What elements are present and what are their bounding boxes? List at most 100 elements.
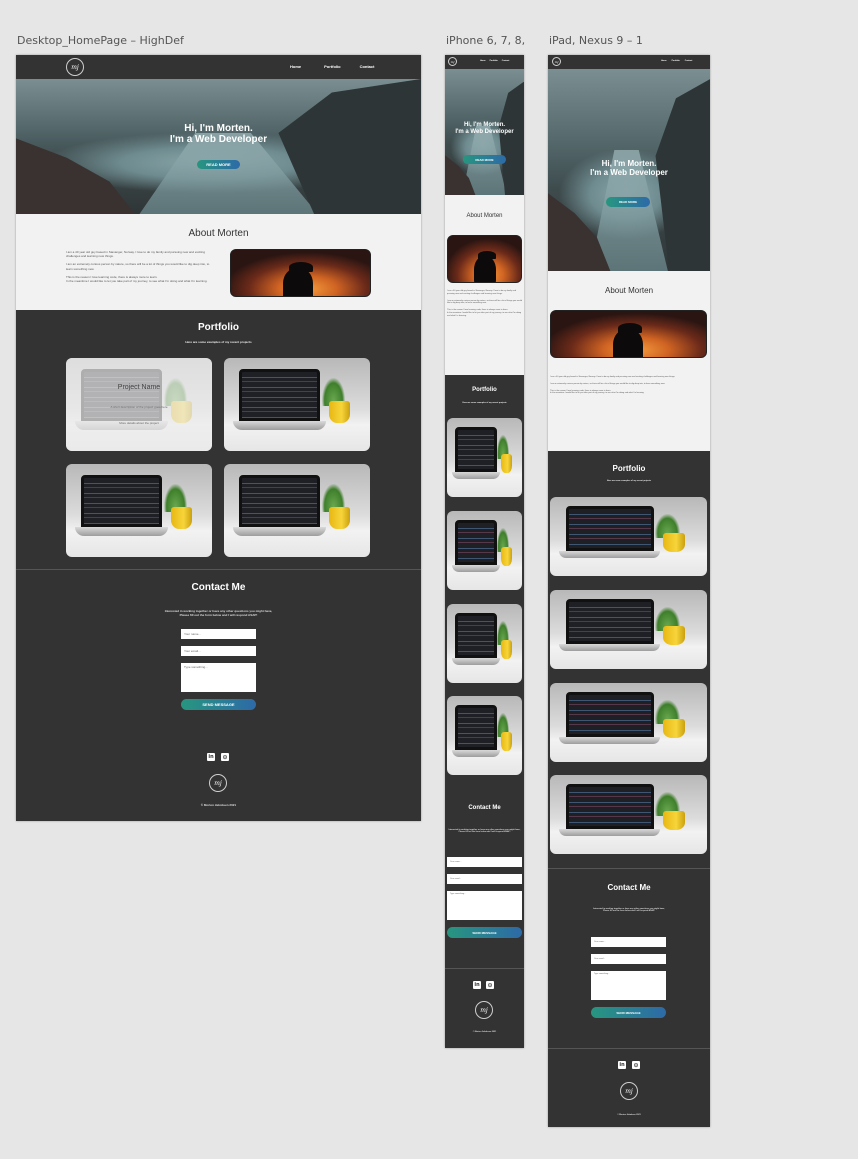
about-paragraph: I am an extremely curious person by natu…	[66, 262, 210, 271]
about-paragraph: I am a 40 year old guy based in Stavange…	[66, 250, 206, 259]
message-textarea[interactable]: Type something...	[181, 663, 256, 692]
portfolio-section: Portfolio Here are some examples of my r…	[445, 375, 524, 827]
project-card[interactable]	[550, 590, 707, 669]
contact-title: Contact Me	[607, 883, 651, 892]
portfolio-section: Portfolio Here are some examples of my r…	[16, 310, 421, 569]
nav-links: Home Portfolio Contact	[480, 60, 509, 62]
hero-line-2: I'm a Web Developer	[169, 134, 268, 146]
project-card[interactable]	[550, 497, 707, 576]
about-text: I am a 40 year old guy based in Stavange…	[66, 250, 211, 283]
contact-section: Contact Me Interested in working togethe…	[16, 569, 421, 821]
project-card[interactable]	[447, 604, 522, 683]
hero-image: Hi, I'm Morten. I'm a Web Developer READ…	[548, 69, 710, 271]
project-card[interactable]	[224, 358, 370, 451]
nav-home[interactable]: Home	[480, 60, 486, 62]
github-icon[interactable]: ⊙	[486, 981, 494, 989]
read-more-button[interactable]: READ MORE	[606, 197, 650, 207]
read-more-button[interactable]: READ MORE	[463, 155, 506, 164]
ipad-artboard: mj Home Portfolio Contact Hi, I'm Morten…	[548, 55, 710, 1127]
github-icon[interactable]: ⊙	[221, 753, 229, 761]
name-input[interactable]: Your name...	[591, 937, 666, 947]
nav-portfolio[interactable]: Portfolio	[490, 60, 498, 62]
portfolio-title: Portfolio	[197, 322, 240, 333]
project-card[interactable]	[224, 464, 370, 557]
artboard-label-desktop[interactable]: Desktop_HomePage – HighDef	[17, 34, 184, 47]
logo[interactable]: mj	[66, 58, 84, 76]
portfolio-subtitle: Here are some examples of my recent proj…	[185, 340, 252, 344]
project-card[interactable]	[66, 464, 212, 557]
about-photo	[550, 310, 707, 358]
contact-section: Contact Me Interested in working togethe…	[548, 868, 710, 1127]
contact-title: Contact Me	[191, 582, 246, 593]
artboard-label-iphone[interactable]: iPhone 6, 7, 8, ...	[446, 34, 526, 47]
linkedin-icon[interactable]: in	[473, 981, 481, 989]
about-title: About Morten	[188, 228, 249, 239]
nav-contact[interactable]: Contact	[360, 64, 375, 69]
about-paragraph: I am an extremely curious person by natu…	[550, 382, 665, 385]
nav-home[interactable]: Home	[661, 60, 667, 62]
message-textarea[interactable]: Type something...	[447, 891, 522, 920]
hero-heading: Hi, I'm Morten. I'm a Web Developer	[16, 123, 421, 145]
send-message-button[interactable]: SEND MESSAGE	[181, 699, 256, 710]
artboard-label-ipad[interactable]: iPad, Nexus 9 – 1	[549, 34, 643, 47]
navbar: mj Home Portfolio Contact	[445, 55, 524, 69]
copyright: © Morten Jakobsen 2021	[617, 1114, 641, 1116]
contact-line-2: Please fill out the form below and I wil…	[458, 831, 511, 833]
linkedin-icon[interactable]: in	[207, 753, 215, 761]
nav-portfolio[interactable]: Portfolio	[672, 60, 680, 62]
contact-line-2: Please fill out the form below and I wil…	[603, 910, 655, 912]
desktop-artboard: mj Home Portfolio Contact Hi, I'm Morten…	[16, 55, 421, 821]
email-input[interactable]: Your email...	[591, 954, 666, 964]
about-text: I am a 40 year old guy based in Stavange…	[447, 290, 522, 318]
footer-logo[interactable]: mj	[209, 774, 227, 792]
project-name: Project Name	[117, 384, 161, 391]
project-card[interactable]	[447, 696, 522, 775]
social-icons: in ⊙	[618, 1061, 640, 1069]
portfolio-subtitle: Here are some examples of my recent proj…	[606, 480, 652, 482]
portfolio-title: Portfolio	[472, 387, 497, 393]
nav-contact[interactable]: Contact	[502, 60, 509, 62]
project-card[interactable]: Project Name A short description of the …	[66, 358, 212, 451]
email-input[interactable]: Your email...	[447, 874, 522, 884]
project-card[interactable]	[447, 418, 522, 497]
email-input[interactable]: Your email...	[181, 646, 256, 656]
footer-logo[interactable]: mj	[475, 1001, 493, 1019]
contact-line-2: Please fill out the form below and I wil…	[179, 613, 258, 617]
contact-text: Interested in working together or have a…	[445, 829, 524, 833]
project-card[interactable]	[447, 511, 522, 590]
about-paragraph: In the meantime I would like to let you …	[550, 392, 645, 395]
logo[interactable]: mj	[448, 57, 457, 66]
navbar: mj Home Portfolio Contact	[548, 55, 710, 69]
social-icons: in ⊙	[473, 981, 494, 989]
nav-contact[interactable]: Contact	[685, 60, 692, 62]
hero-heading: Hi, I'm Morten. I'm a Web Developer	[548, 159, 710, 178]
about-photo	[447, 235, 522, 283]
send-message-button[interactable]: SEND MESSAGE	[447, 927, 522, 938]
logo[interactable]: mj	[552, 57, 561, 66]
nav-portfolio[interactable]: Portfolio	[324, 64, 340, 69]
about-paragraph: I am a 40 year old guy based in Stavange…	[447, 290, 516, 295]
send-message-button[interactable]: SEND MESSAGE	[591, 1007, 666, 1018]
github-icon[interactable]: ⊙	[632, 1061, 640, 1069]
footer-logo[interactable]: mj	[620, 1082, 638, 1100]
social-icons: in ⊙	[207, 753, 229, 761]
message-textarea[interactable]: Type something...	[591, 971, 666, 1000]
about-paragraph: In the meantime I would like to let you …	[66, 278, 208, 283]
nav-home[interactable]: Home	[290, 64, 301, 69]
name-input[interactable]: Your name...	[181, 629, 256, 639]
project-card[interactable]	[550, 775, 707, 854]
linkedin-icon[interactable]: in	[618, 1061, 626, 1069]
copyright: © Morten Jakobsen 2021	[200, 803, 237, 807]
name-input[interactable]: Your name...	[447, 857, 522, 867]
project-details: More details about the project	[119, 421, 159, 425]
read-more-button[interactable]: READ MORE	[197, 160, 240, 169]
project-card[interactable]	[550, 683, 707, 762]
navbar: mj Home Portfolio Contact	[16, 55, 421, 79]
contact-title: Contact Me	[468, 805, 501, 811]
portfolio-subtitle: Here are some examples of my recent proj…	[462, 402, 507, 404]
portfolio-title: Portfolio	[612, 464, 646, 473]
about-paragraph: I am a 40 year old guy based in Stavange…	[550, 376, 676, 378]
nav-links: Home Portfolio Contact	[290, 64, 374, 69]
about-paragraph: I am an extremely curious person by natu…	[447, 299, 522, 305]
portfolio-section: Portfolio Here are some examples of my r…	[548, 451, 710, 868]
